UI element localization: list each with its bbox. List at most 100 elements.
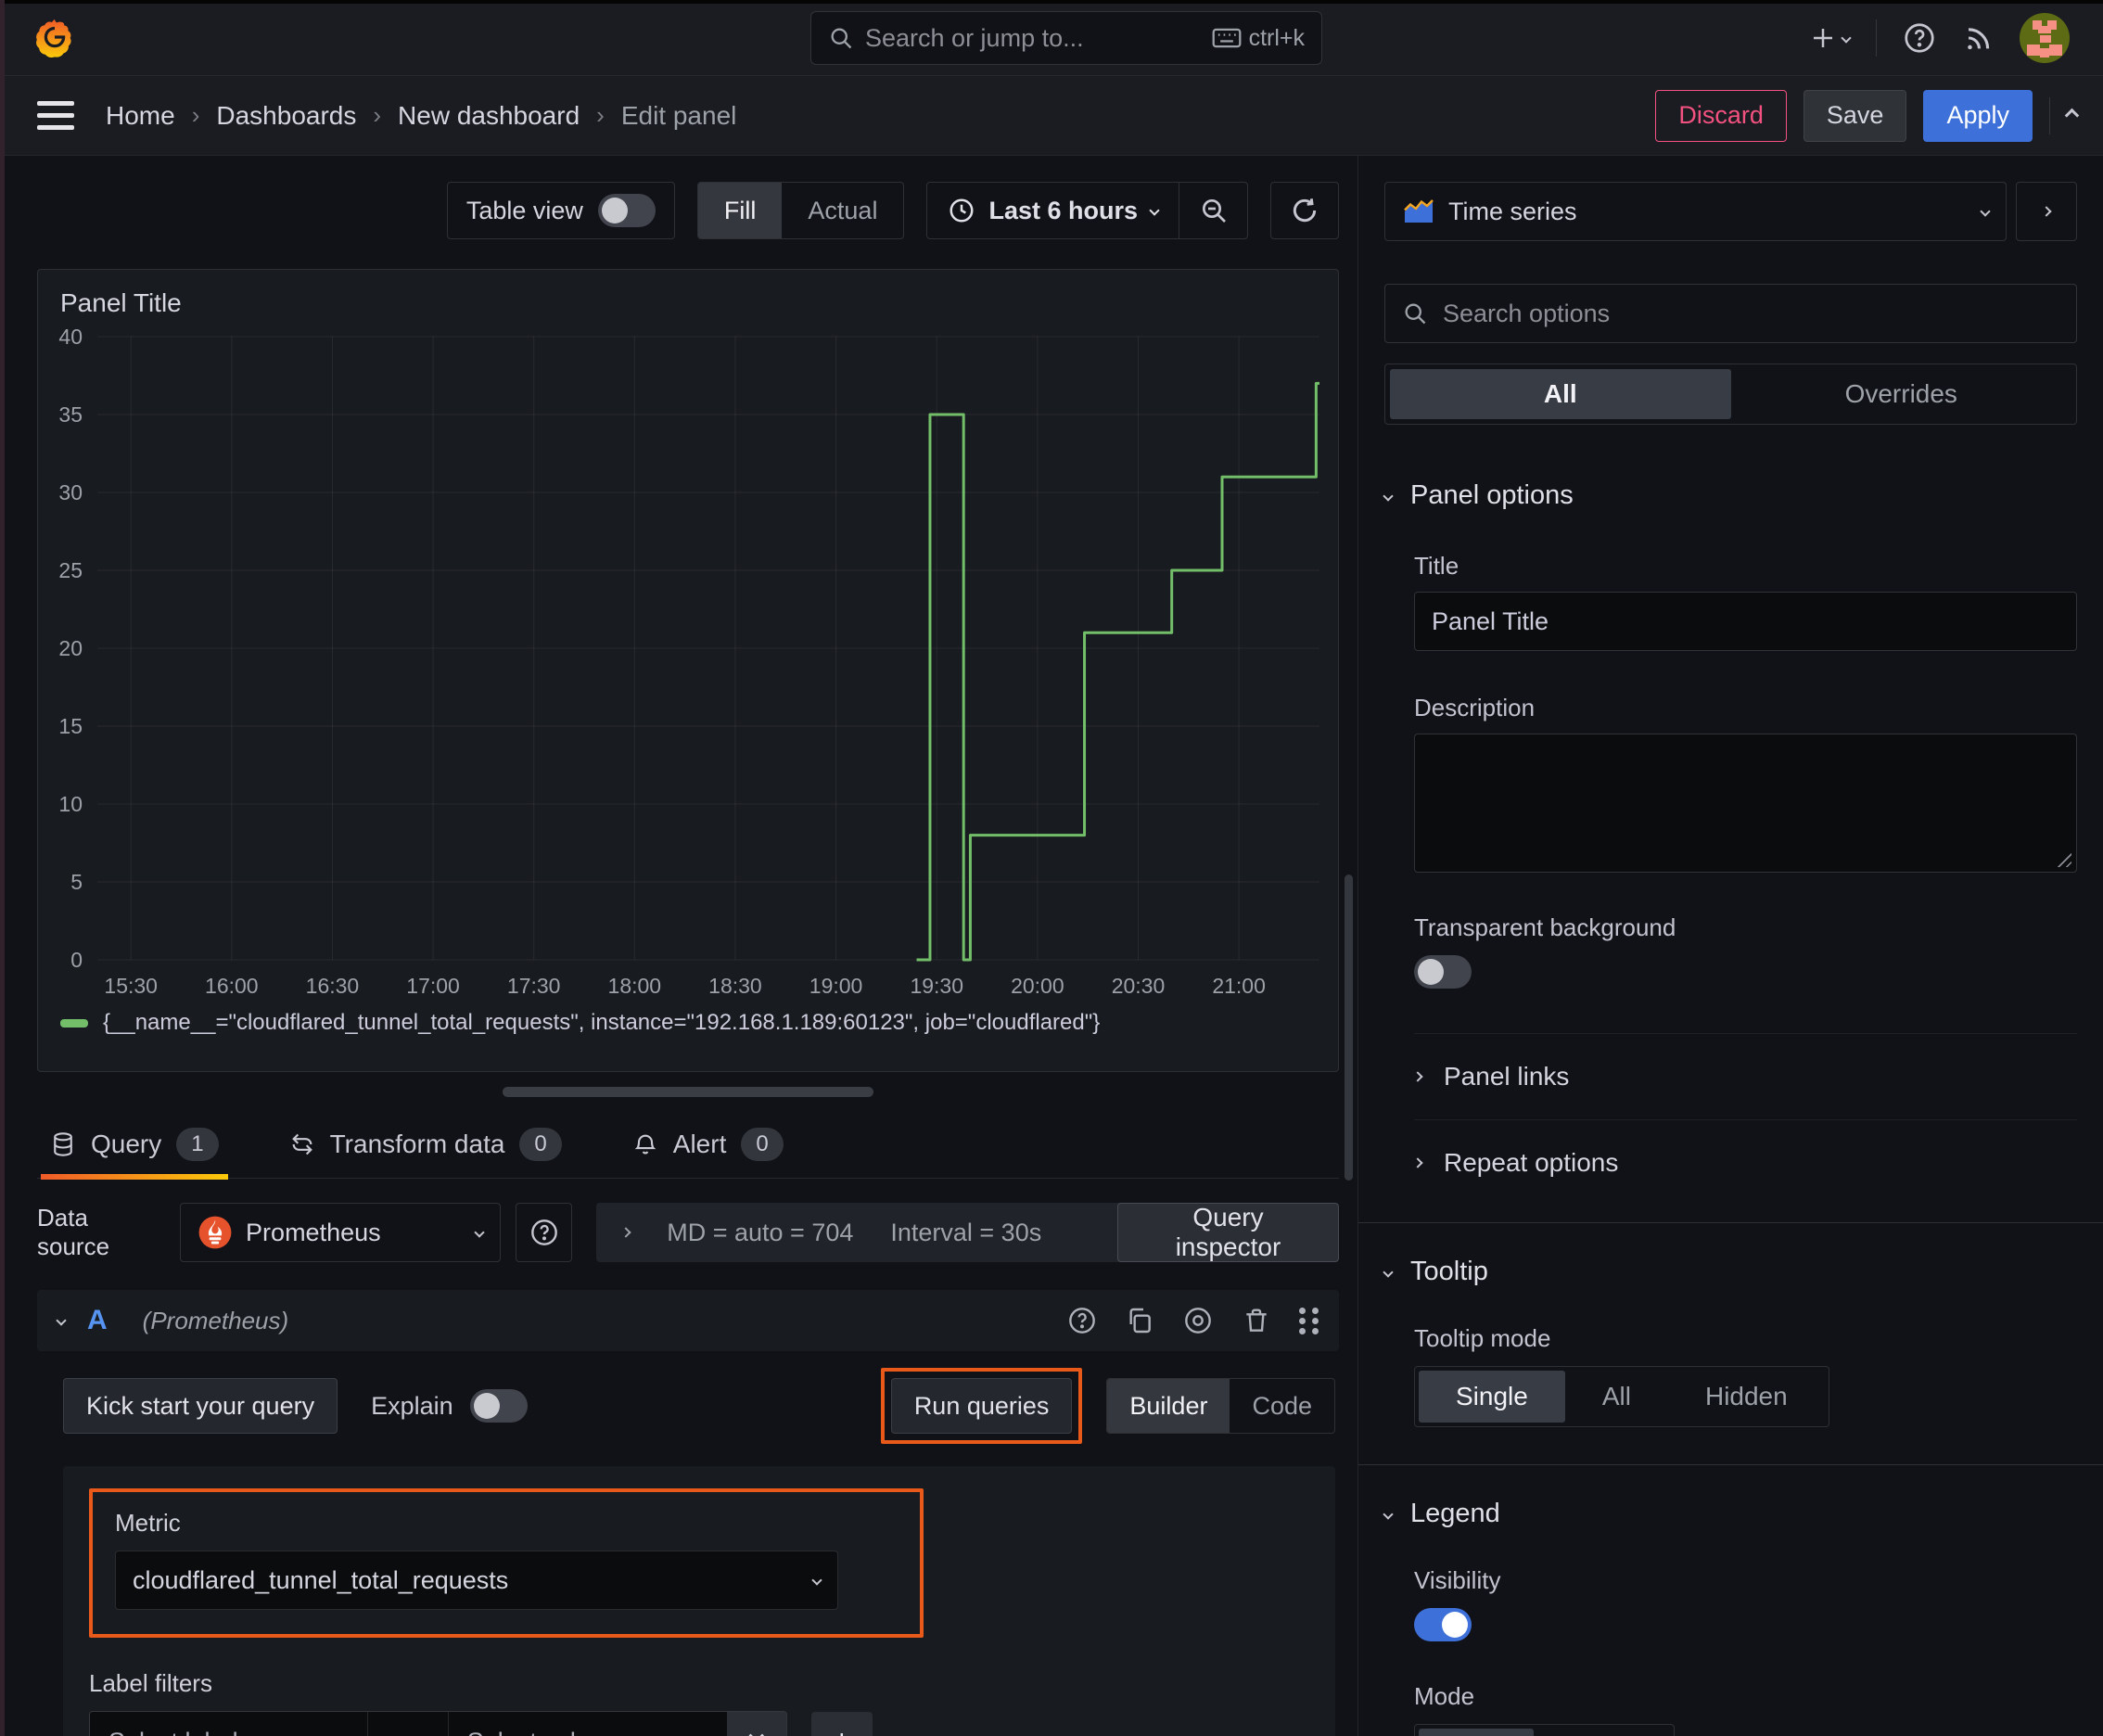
datasource-help-button[interactable] <box>515 1203 573 1262</box>
table-view-control: Table view <box>446 182 675 239</box>
query-actions-row: Kick start your query Explain Run querie… <box>63 1368 1335 1444</box>
svg-text:15:30: 15:30 <box>104 974 158 998</box>
visualization-picker[interactable]: Time series <box>1384 182 2007 241</box>
discard-button[interactable]: Discard <box>1655 89 1787 142</box>
svg-text:16:30: 16:30 <box>306 974 360 998</box>
svg-text:20: 20 <box>58 636 83 660</box>
pane-resize-handle[interactable] <box>503 1087 873 1097</box>
tooltip-mode-hidden[interactable]: Hidden <box>1668 1371 1825 1423</box>
breadcrumb-separator: › <box>596 101 605 129</box>
menu-toggle-icon[interactable] <box>37 101 74 130</box>
panel-title: Panel Title <box>60 288 182 317</box>
chevron-down-icon[interactable] <box>56 1315 67 1326</box>
breadcrumb-dashboards[interactable]: Dashboards <box>216 101 356 131</box>
legend-heading: Legend <box>1410 1499 1500 1528</box>
time-series-chart[interactable]: 0 5 10 15 20 25 30 35 40 15:30 16:00 16:30 17:00 17:3… <box>38 322 1336 1008</box>
options-search[interactable] <box>1384 284 2077 343</box>
kick-start-button[interactable]: Kick start your query <box>63 1378 338 1434</box>
tab-query[interactable]: Query 1 <box>41 1128 228 1180</box>
shortcut-label: ctrl+k <box>1248 24 1305 51</box>
resize-handle-icon[interactable] <box>2053 849 2071 867</box>
eye-icon[interactable] <box>1182 1306 1214 1335</box>
builder-code-switch: Builder Code <box>1106 1378 1335 1434</box>
table-view-toggle[interactable] <box>597 194 656 227</box>
search-box[interactable]: ctrl+k <box>810 11 1322 65</box>
nav-actions: Discard Save Apply <box>1655 89 2080 142</box>
apply-button[interactable]: Apply <box>1923 89 2033 142</box>
remove-filter-button[interactable]: ✕ <box>726 1712 786 1736</box>
tooltip-mode-single[interactable]: Single <box>1419 1371 1565 1423</box>
legend-section[interactable]: Legend <box>1383 1499 2077 1529</box>
panel-options-section[interactable]: Panel options <box>1383 480 2077 511</box>
legend-visibility-toggle[interactable] <box>1414 1608 1472 1641</box>
news-feed-button[interactable] <box>1962 22 1994 54</box>
query-ref-id: A <box>87 1305 108 1335</box>
chart-panel[interactable]: Panel Title 0 5 10 15 20 25 30 35 40 15:30 16:00 16… <box>37 269 1339 1072</box>
builder-option[interactable]: Builder <box>1107 1379 1230 1433</box>
chevron-right-icon <box>2041 206 2052 217</box>
time-range-picker[interactable]: Last 6 hours <box>927 183 1179 238</box>
help-icon[interactable] <box>1067 1306 1097 1335</box>
collapse-options-button[interactable] <box>2016 182 2077 241</box>
tab-transform-data[interactable]: Transform data 0 <box>280 1128 571 1178</box>
fill-option[interactable]: Fill <box>697 183 783 238</box>
drag-handle-icon[interactable] <box>1299 1307 1306 1314</box>
duplicate-icon[interactable] <box>1125 1306 1154 1335</box>
user-avatar[interactable] <box>2020 12 2070 63</box>
collapse-editor-button[interactable] <box>2064 108 2080 123</box>
add-button[interactable] <box>1809 24 1852 52</box>
legend-series-label[interactable]: {__name__="cloudflared_tunnel_total_requ… <box>103 1010 1100 1036</box>
topbar-divider <box>1876 19 1877 57</box>
datasource-label: Data source <box>37 1204 110 1260</box>
tab-overrides[interactable]: Overrides <box>1731 369 2072 419</box>
options-search-input[interactable] <box>1443 299 2059 328</box>
datasource-picker[interactable]: Prometheus <box>180 1203 501 1262</box>
breadcrumb-new-dashboard[interactable]: New dashboard <box>398 101 580 131</box>
add-filter-button[interactable]: + <box>810 1712 873 1736</box>
actual-option[interactable]: Actual <box>782 183 903 238</box>
search-input[interactable] <box>865 23 1201 53</box>
query-row-header[interactable]: A (Prometheus) <box>37 1290 1339 1351</box>
keyboard-icon <box>1212 28 1241 48</box>
topbar-actions <box>1809 12 2070 63</box>
save-button[interactable]: Save <box>1803 89 1907 142</box>
operator-dropdown[interactable]: = <box>368 1712 449 1736</box>
run-queries-button[interactable]: Run queries <box>890 1378 1073 1434</box>
trash-icon[interactable] <box>1242 1306 1271 1335</box>
category-divider <box>1358 1222 2103 1223</box>
tooltip-heading: Tooltip <box>1410 1257 1488 1286</box>
transparent-background-toggle[interactable] <box>1414 955 1472 989</box>
panel-title-input[interactable] <box>1414 592 2077 651</box>
refresh-button[interactable] <box>1270 182 1339 239</box>
legend-mode-list[interactable]: List <box>1419 1729 1534 1736</box>
breadcrumb-home[interactable]: Home <box>106 101 175 131</box>
editor-content: Table view Fill Actual Last 6 hours Pane… <box>0 156 1357 1736</box>
search-icon <box>831 28 852 49</box>
metric-select[interactable]: cloudflared_tunnel_total_requests <box>115 1551 838 1610</box>
help-icon <box>530 1219 557 1245</box>
repeat-options-section[interactable]: Repeat options <box>1412 1120 2077 1206</box>
code-option[interactable]: Code <box>1230 1379 1334 1433</box>
label-filter-row: Select label = Select value <box>89 1711 1309 1736</box>
explain-toggle[interactable] <box>469 1389 528 1423</box>
tab-all[interactable]: All <box>1390 369 1731 419</box>
description-label: Description <box>1414 694 1536 721</box>
grafana-logo[interactable] <box>33 16 76 60</box>
query-inspector-button[interactable]: Query inspector <box>1117 1203 1339 1262</box>
select-label-dropdown[interactable]: Select label <box>90 1712 368 1736</box>
legend-mode-table[interactable]: Table <box>1534 1729 1670 1736</box>
help-button[interactable] <box>1903 21 1936 55</box>
chevron-right-icon <box>620 1227 631 1238</box>
time-range-label: Last 6 hours <box>988 196 1138 224</box>
select-value-dropdown[interactable]: Select value <box>448 1712 727 1736</box>
description-textarea[interactable] <box>1414 734 2077 873</box>
panel-links-section[interactable]: Panel links <box>1412 1034 2077 1119</box>
tooltip-mode-all[interactable]: All <box>1565 1371 1668 1423</box>
chart-legend[interactable]: {__name__="cloudflared_tunnel_total_requ… <box>38 1008 1338 1051</box>
query-row-actions <box>1067 1306 1319 1335</box>
tab-alert[interactable]: Alert 0 <box>623 1128 793 1178</box>
tooltip-section[interactable]: Tooltip <box>1383 1257 2077 1287</box>
zoom-out-button[interactable] <box>1179 183 1247 238</box>
vertical-scrollbar[interactable] <box>1345 874 1353 1181</box>
chevron-right-icon <box>1412 1157 1423 1168</box>
